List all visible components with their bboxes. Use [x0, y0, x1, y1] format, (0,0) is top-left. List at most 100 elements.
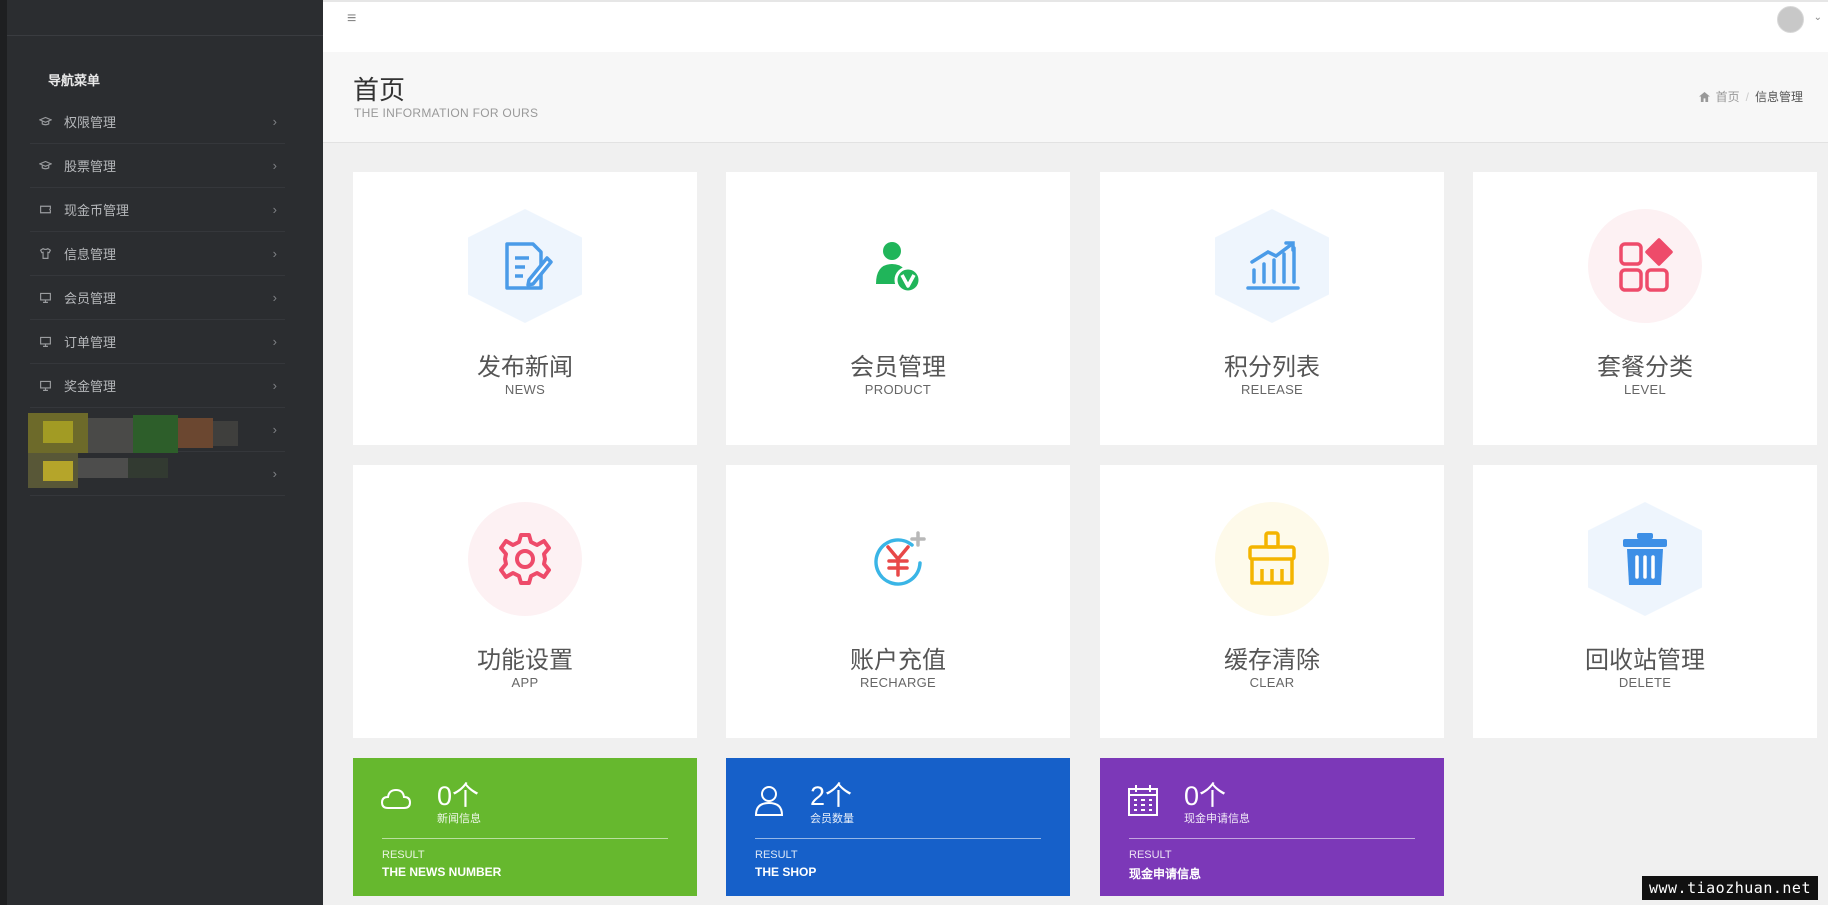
graduation-cap-icon: [38, 159, 52, 173]
stat-result-label: RESULT: [755, 849, 798, 861]
card-subtitle: RECHARGE: [859, 675, 937, 690]
chevron-right-icon: ›: [272, 246, 277, 261]
card-icon-bg: [1215, 502, 1329, 616]
stat-number: 0个: [1184, 781, 1227, 811]
page-heading: 首页 THE INFORMATION FOR OURS 首页 / 信息管理: [323, 52, 1828, 143]
sidebar-item-permissions[interactable]: 权限管理 ›: [30, 100, 285, 144]
top-header: ≡ ⌄: [323, 0, 1828, 52]
sidebar-item-label: 股票管理: [64, 159, 117, 174]
sidebar-item-members[interactable]: 会员管理 ›: [30, 276, 285, 320]
card-icon-bg: [1588, 502, 1702, 616]
sidebar-item-info[interactable]: 信息管理 ›: [30, 232, 285, 276]
sidebar-item-label: 现金币管理: [64, 203, 130, 218]
page-subtitle: THE INFORMATION FOR OURS: [354, 106, 539, 120]
breadcrumb-home[interactable]: 首页: [1716, 88, 1740, 105]
chevron-right-icon: ›: [272, 202, 277, 217]
sidebar-item-label: 订单管理: [64, 335, 117, 350]
card-package-category[interactable]: 套餐分类 LEVEL: [1473, 172, 1817, 445]
sidebar-item-bonus[interactable]: 奖金管理 ›: [30, 364, 285, 408]
card-subtitle: RELEASE: [1240, 382, 1304, 397]
chevron-right-icon: ›: [272, 422, 277, 437]
stat-cash-applications[interactable]: 0个 现金申请信息 RESULT 现金申请信息: [1100, 758, 1444, 896]
watermark: www.tiaozhuan.net: [1641, 876, 1818, 900]
divider: [382, 838, 668, 839]
card-settings[interactable]: 功能设置 APP: [353, 465, 697, 738]
card-title: 账户充值: [850, 647, 946, 674]
nav-title: 导航菜单: [48, 73, 101, 88]
stat-number: 2个: [810, 781, 853, 811]
stat-label: 会员数量: [810, 813, 854, 825]
card-subtitle: PRODUCT: [864, 382, 932, 397]
sidebar-item-stocks[interactable]: 股票管理 ›: [30, 144, 285, 188]
graduation-cap-icon: [38, 115, 52, 129]
verified-user-icon: [876, 242, 922, 294]
stat-label: 新闻信息: [437, 813, 481, 825]
sidebar-item-cash-coin[interactable]: 现金币管理 ›: [30, 188, 285, 232]
sidebar-logo-area: [7, 0, 323, 36]
card-subtitle: DELETE: [1618, 675, 1672, 690]
trash-icon: [1623, 533, 1667, 585]
card-icon-bg: [1215, 209, 1329, 323]
card-member-management[interactable]: 会员管理 PRODUCT: [726, 172, 1070, 445]
sidebar-item-label: 权限管理: [64, 115, 117, 130]
stat-result-text: THE NEWS NUMBER: [382, 865, 502, 879]
chevron-down-icon[interactable]: ⌄: [1814, 12, 1822, 23]
card-title: 会员管理: [850, 354, 946, 381]
card-points-list[interactable]: 积分列表 RELEASE: [1100, 172, 1444, 445]
stat-result-label: RESULT: [1129, 849, 1172, 861]
card-icon-bg: [841, 209, 955, 323]
stat-news[interactable]: 0个 新闻信息 RESULT THE NEWS NUMBER: [353, 758, 697, 896]
card-title: 积分列表: [1224, 354, 1320, 381]
yuan-recharge-icon: [874, 531, 926, 586]
home-icon: [1698, 91, 1710, 102]
ticket-icon: [38, 203, 52, 217]
menu-toggle-icon[interactable]: ≡: [347, 10, 356, 28]
sidebar-item-label: 信息管理: [64, 247, 117, 262]
card-icon-bg: [841, 502, 955, 616]
sidebar-edge: [0, 0, 7, 905]
card-subtitle: CLEAR: [1249, 675, 1295, 690]
gear-icon: [499, 533, 551, 585]
redacted-pixelated-area: [28, 413, 243, 493]
monitor-icon: [38, 291, 52, 305]
card-cache-clear[interactable]: 缓存清除 CLEAR: [1100, 465, 1444, 738]
stat-result-label: RESULT: [382, 849, 425, 861]
card-title: 功能设置: [477, 647, 573, 674]
breadcrumb: 首页 / 信息管理: [1698, 88, 1803, 105]
sidebar-item-orders[interactable]: 订单管理 ›: [30, 320, 285, 364]
card-account-recharge[interactable]: 账户充值 RECHARGE: [726, 465, 1070, 738]
chevron-right-icon: ›: [272, 334, 277, 349]
stat-result-text: 现金申请信息: [1129, 867, 1202, 881]
bar-chart-icon: [1246, 241, 1300, 290]
stat-label: 现金申请信息: [1184, 813, 1250, 825]
breadcrumb-current: 信息管理: [1754, 90, 1803, 104]
stat-members[interactable]: 2个 会员数量 RESULT THE SHOP: [726, 758, 1070, 896]
broom-icon: [1248, 531, 1296, 585]
monitor-icon: [38, 379, 52, 393]
edit-document-icon: [505, 242, 553, 290]
avatar[interactable]: [1777, 6, 1804, 33]
calendar-icon: [1128, 785, 1158, 816]
chevron-right-icon: ›: [272, 114, 277, 129]
breadcrumb-separator: /: [1745, 89, 1749, 104]
category-grid-icon: [1619, 238, 1673, 292]
card-news[interactable]: 发布新闻 NEWS: [353, 172, 697, 445]
card-icon-bg: [468, 209, 582, 323]
card-title: 发布新闻: [477, 354, 573, 381]
stat-number: 0个: [437, 781, 480, 811]
chevron-right-icon: ›: [272, 158, 277, 173]
card-icon-bg: [468, 502, 582, 616]
chevron-right-icon: ›: [272, 290, 277, 305]
card-recycle-bin[interactable]: 回收站管理 DELETE: [1473, 465, 1817, 738]
card-subtitle: APP: [511, 675, 539, 690]
chevron-right-icon: ›: [272, 466, 277, 481]
card-title: 缓存清除: [1224, 647, 1320, 674]
sidebar: 导航菜单 权限管理 › 股票管理 › 现金币管理 › 信息管理 › 会员管理 ›: [0, 0, 323, 905]
card-title: 回收站管理: [1585, 647, 1705, 674]
chevron-right-icon: ›: [272, 378, 277, 393]
stat-result-text: THE SHOP: [755, 865, 817, 879]
card-title: 套餐分类: [1597, 354, 1693, 381]
sidebar-item-label: 会员管理: [64, 291, 117, 306]
divider: [755, 838, 1041, 839]
shirt-icon: [38, 247, 52, 261]
